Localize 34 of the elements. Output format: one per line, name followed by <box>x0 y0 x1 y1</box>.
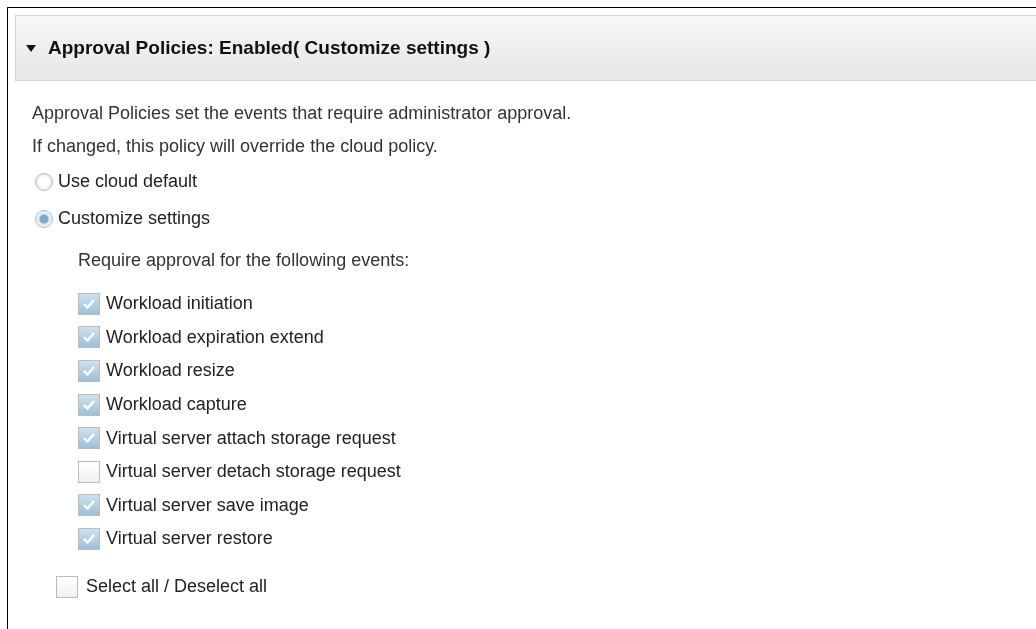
checkbox-label[interactable]: Virtual server attach storage request <box>106 427 396 449</box>
description-text: Approval Policies set the events that require administrator approval. <box>32 102 573 125</box>
checkbox[interactable] <box>78 460 100 483</box>
radio-label[interactable]: Use cloud default <box>58 171 198 192</box>
caret-icon <box>26 44 36 52</box>
checkbox-label[interactable]: Workload resize <box>106 360 235 382</box>
checkmark-icon <box>82 398 96 411</box>
events-heading: Require approval for the following events: <box>78 249 411 272</box>
checkmark-icon <box>82 365 96 377</box>
checkmark-icon <box>82 331 96 344</box>
radio-label[interactable]: Customize settings <box>58 208 211 229</box>
checkbox-label[interactable]: Select all / Deselect all <box>86 576 268 598</box>
description-text: If changed, this policy will override the cloud policy. <box>32 135 439 158</box>
checkbox[interactable] <box>78 360 100 382</box>
checkbox-label[interactable]: Virtual server save image <box>106 494 309 516</box>
checkbox-label[interactable]: Workload initiation <box>106 293 253 315</box>
checkbox-label[interactable]: Virtual server detach storage request <box>106 461 401 483</box>
checkbox-label[interactable]: Workload capture <box>106 394 247 416</box>
checkmark-icon <box>82 532 96 545</box>
checkmark-icon <box>82 297 96 310</box>
checkbox-label[interactable]: Virtual server restore <box>106 528 273 550</box>
checkbox[interactable] <box>78 292 100 315</box>
checkmark-icon <box>82 499 96 512</box>
section-header[interactable]: Approval Policies: Enabled( Customize settings ) <box>15 15 1036 81</box>
checkbox-label[interactable]: Workload expiration extend <box>106 326 324 348</box>
radio-button[interactable] <box>35 209 53 228</box>
checkbox[interactable] <box>56 575 78 598</box>
checkbox[interactable] <box>78 393 100 416</box>
checkbox[interactable] <box>78 494 100 517</box>
checkmark-icon <box>82 432 96 445</box>
radio-button[interactable] <box>35 172 53 191</box>
checkbox[interactable] <box>78 427 100 450</box>
checkbox[interactable] <box>78 326 100 349</box>
checkbox[interactable] <box>78 527 100 550</box>
